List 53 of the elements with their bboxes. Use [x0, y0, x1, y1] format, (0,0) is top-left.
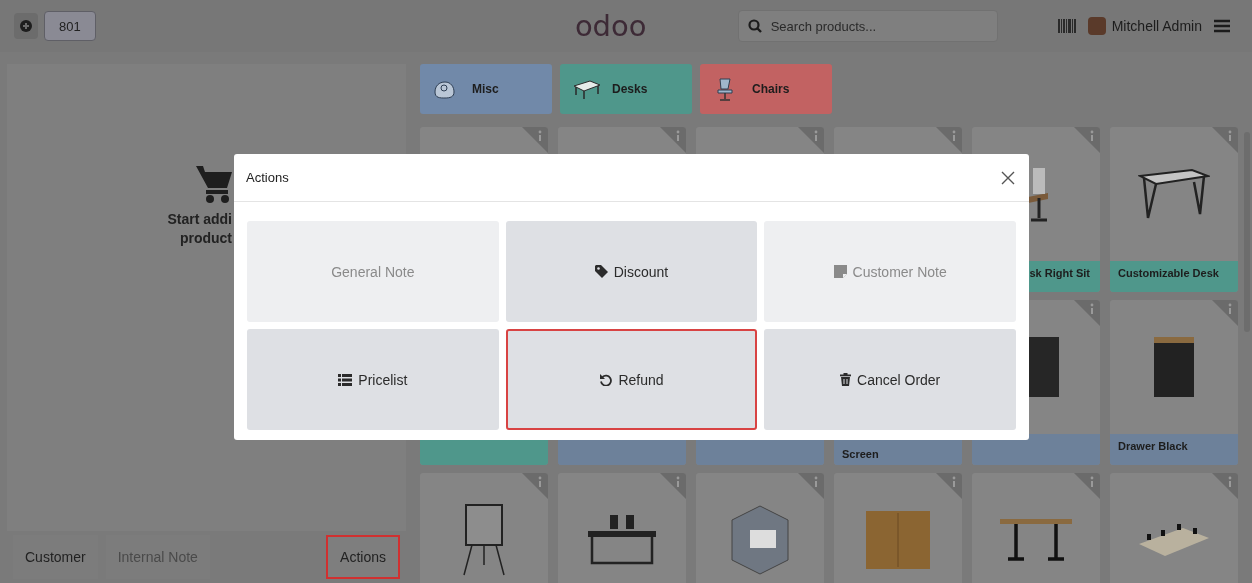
info-icon[interactable]	[660, 127, 686, 153]
info-icon[interactable]	[1074, 473, 1100, 499]
product-picture	[1154, 337, 1194, 397]
product-name: Customizable Desk	[1110, 261, 1238, 292]
info-icon[interactable]	[798, 127, 824, 153]
logo: odoo	[573, 9, 648, 43]
menu-icon[interactable]	[1213, 19, 1230, 33]
product-picture	[1000, 519, 1072, 561]
action-button[interactable]: Discount	[505, 221, 758, 322]
cart-icon	[196, 164, 232, 204]
empty-cart-message: Start addi product	[167, 210, 232, 248]
user-name[interactable]: Mitchell Admin	[1111, 18, 1202, 34]
dialog-title: Actions	[246, 170, 289, 185]
search-icon	[747, 19, 762, 33]
action-button[interactable]: Cancel Order	[764, 329, 1016, 430]
tag-icon	[594, 265, 608, 278]
avatar-icon	[1087, 17, 1106, 35]
category-button[interactable]: Desks	[560, 64, 692, 114]
product-picture	[731, 505, 789, 575]
barcode-icon[interactable]	[1057, 19, 1076, 33]
category-button[interactable]: Misc	[420, 64, 552, 114]
list-icon	[338, 373, 353, 386]
action-button[interactable]: Refund	[505, 329, 758, 430]
info-icon[interactable]	[1212, 127, 1238, 153]
product-name: Drawer Black	[1110, 434, 1238, 465]
category-button[interactable]: Chairs	[700, 64, 832, 114]
info-icon[interactable]	[522, 127, 548, 153]
info-icon[interactable]	[1074, 127, 1100, 153]
product-card[interactable]: Drawer Black	[1110, 300, 1238, 465]
search-field[interactable]: Search products...	[737, 10, 998, 42]
info-icon[interactable]	[1212, 473, 1238, 499]
product-card[interactable]: Customizable Desk	[1110, 127, 1238, 292]
info-icon[interactable]	[1074, 300, 1100, 326]
action-button[interactable]: Pricelist	[247, 329, 499, 430]
note-icon	[833, 265, 847, 278]
plus-circle-icon	[20, 20, 32, 32]
product-picture	[587, 515, 657, 565]
info-icon[interactable]	[660, 473, 686, 499]
info-icon[interactable]	[936, 473, 962, 499]
order-tab[interactable]: 801	[44, 11, 96, 41]
trash-icon	[840, 373, 852, 386]
product-picture	[1139, 524, 1209, 556]
info-icon[interactable]	[798, 473, 824, 499]
product-picture	[866, 511, 930, 569]
info-icon[interactable]	[522, 473, 548, 499]
add-order-button[interactable]	[14, 13, 38, 39]
product-picture	[463, 504, 505, 576]
info-icon[interactable]	[1212, 300, 1238, 326]
close-icon	[1001, 170, 1015, 185]
info-icon[interactable]	[936, 127, 962, 153]
product-picture	[1138, 168, 1210, 220]
order-action-button[interactable]: Actions	[326, 535, 400, 579]
undo-icon	[599, 373, 613, 386]
